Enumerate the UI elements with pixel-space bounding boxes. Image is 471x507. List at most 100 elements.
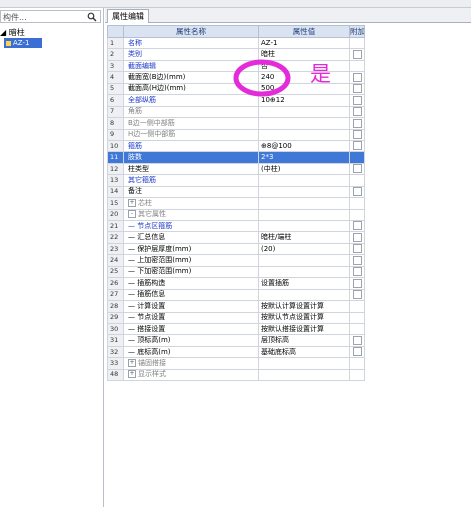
add-checkbox[interactable] — [352, 130, 362, 139]
add-cell — [349, 288, 365, 302]
property-name-text: — 节点区箍筋 — [128, 221, 173, 230]
table-row[interactable]: 14 备注 — [107, 185, 365, 199]
row-number: 31 — [107, 334, 124, 347]
table-row[interactable]: 27 — 插筋信息 — [107, 288, 365, 302]
property-value[interactable]: 设置插筋 — [258, 277, 350, 290]
property-name-text: 芯柱 — [138, 198, 152, 207]
table-row[interactable]: 15 + 芯柱 — [107, 197, 365, 210]
table-row[interactable]: 31 — 顶标高(m) 层顶标高 — [107, 334, 365, 347]
add-checkbox[interactable] — [352, 164, 362, 174]
property-value[interactable] — [258, 265, 350, 279]
add-checkbox[interactable] — [352, 187, 362, 197]
property-name-text: — 上加密范围(mm) — [128, 256, 192, 265]
tree-expand-icon[interactable]: ◢ — [0, 28, 6, 37]
property-value[interactable]: 按默认搭接设置计算 — [258, 322, 350, 336]
add-cell — [349, 345, 365, 359]
row-number: 15 — [107, 197, 124, 210]
add-checkbox[interactable] — [352, 141, 362, 151]
table-row[interactable]: 22 — 汇总信息 暗柱/端柱 — [107, 231, 365, 244]
expand-toggle-icon[interactable]: + — [128, 198, 136, 207]
property-name-text: — 汇总信息 — [128, 233, 166, 242]
property-name: — 插筋构造 — [123, 277, 259, 290]
search-box[interactable]: 构件... — [0, 10, 101, 23]
add-checkbox[interactable] — [352, 278, 362, 288]
table-row[interactable]: 28 — 计算设置 按默认计算设置计算 — [107, 300, 365, 313]
expand-toggle-icon[interactable]: + — [128, 358, 136, 367]
property-value[interactable] — [258, 197, 350, 210]
tree-item-az1[interactable]: AZ-1 — [4, 38, 42, 48]
add-checkbox[interactable] — [352, 107, 362, 117]
table-row[interactable]: 48 + 显示样式 — [107, 368, 365, 382]
table-row[interactable]: 29 — 节点设置 按默认节点设置计算 — [107, 311, 365, 324]
table-row[interactable]: 33 + 锚固搭接 — [107, 357, 365, 370]
table-row[interactable]: 11 肢数 2*3 — [107, 151, 365, 164]
property-name-text: — 插筋信息 — [128, 290, 166, 299]
row-number: 13 — [107, 174, 124, 187]
property-value[interactable]: AZ-1 — [258, 36, 350, 50]
table-row[interactable]: 21 — 节点区箍筋 — [107, 219, 365, 233]
add-cell — [349, 105, 365, 119]
property-value[interactable] — [258, 368, 350, 382]
property-value[interactable] — [258, 208, 350, 222]
property-value[interactable]: 暗柱/端柱 — [258, 231, 350, 244]
table-row[interactable]: 24 — 上加密范围(mm) — [107, 254, 365, 267]
add-checkbox[interactable] — [352, 232, 362, 242]
tab-bar: 属性编辑 — [105, 8, 471, 23]
property-value[interactable] — [258, 254, 350, 267]
property-value[interactable] — [258, 117, 350, 130]
property-value[interactable]: 按默认节点设置计算 — [258, 311, 350, 324]
search-input[interactable]: 构件... — [3, 12, 27, 23]
property-value[interactable] — [258, 174, 350, 187]
table-row[interactable]: 25 — 下加密范围(mm) — [107, 265, 365, 279]
property-name: — 计算设置 — [123, 300, 259, 313]
property-value[interactable] — [258, 128, 350, 141]
add-checkbox[interactable] — [352, 221, 362, 231]
table-row[interactable]: 23 — 保护层厚度(mm) (20) — [107, 242, 365, 256]
table-row[interactable]: 7 角筋 — [107, 105, 365, 119]
table-row[interactable]: 8 B边一侧中部筋 — [107, 117, 365, 130]
add-checkbox[interactable] — [352, 118, 362, 128]
property-value[interactable]: 层顶标高 — [258, 334, 350, 347]
property-value[interactable]: ⊕8@100 — [258, 139, 350, 153]
property-value[interactable] — [258, 357, 350, 370]
add-checkbox[interactable] — [352, 49, 362, 59]
table-row[interactable]: 10 箍筋 ⊕8@100 — [107, 139, 365, 153]
add-checkbox[interactable] — [352, 335, 362, 345]
search-icon[interactable] — [87, 12, 97, 22]
property-value[interactable]: (中柱) — [258, 162, 350, 176]
add-cell — [349, 48, 365, 61]
table-row[interactable]: 1 名称 AZ-1 — [107, 36, 365, 50]
property-value[interactable]: 按默认计算设置计算 — [258, 300, 350, 313]
property-value[interactable]: 2*3 — [258, 151, 350, 164]
expand-toggle-icon[interactable]: - — [128, 210, 136, 219]
add-checkbox[interactable] — [352, 95, 362, 105]
add-checkbox[interactable] — [352, 290, 362, 300]
table-row[interactable]: 32 — 底标高(m) 基础底标高 — [107, 345, 365, 359]
property-value[interactable]: (20) — [258, 242, 350, 256]
property-value[interactable]: 基础底标高 — [258, 345, 350, 359]
add-checkbox[interactable] — [352, 347, 362, 357]
property-value[interactable] — [258, 288, 350, 302]
property-value[interactable] — [258, 185, 350, 199]
property-value[interactable] — [258, 219, 350, 233]
property-name-text: — 下加密范围(mm) — [128, 267, 192, 276]
add-checkbox[interactable] — [352, 84, 362, 94]
add-checkbox[interactable] — [352, 244, 362, 254]
add-cell — [349, 139, 365, 153]
add-checkbox[interactable] — [352, 267, 362, 277]
tab-property-edit[interactable]: 属性编辑 — [107, 9, 149, 23]
table-row[interactable]: 26 — 插筋构造 设置插筋 — [107, 277, 365, 290]
add-checkbox[interactable] — [352, 255, 362, 265]
table-row[interactable]: 13 其它箍筋 — [107, 174, 365, 187]
table-row[interactable]: 30 — 搭接设置 按默认搭接设置计算 — [107, 322, 365, 336]
add-checkbox[interactable] — [352, 72, 362, 82]
property-value[interactable] — [258, 105, 350, 119]
tree-node-root[interactable]: ◢ 暗柱 — [0, 27, 25, 38]
table-row[interactable]: 9 H边一侧中部筋 — [107, 128, 365, 141]
property-name: H边一侧中部筋 — [123, 128, 259, 141]
expand-toggle-icon[interactable]: + — [128, 370, 136, 379]
annotation-circle — [233, 59, 291, 97]
property-name: — 上加密范围(mm) — [123, 254, 259, 267]
table-row[interactable]: 12 柱类型 (中柱) — [107, 162, 365, 176]
table-row[interactable]: 20- 其它属性 — [107, 208, 365, 222]
